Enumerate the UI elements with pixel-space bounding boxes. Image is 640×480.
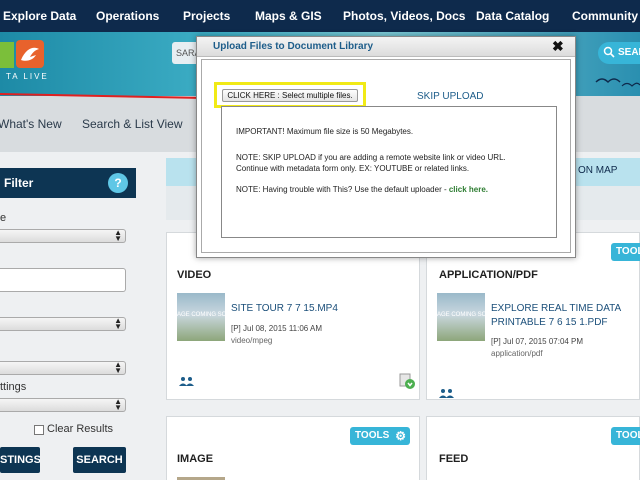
select-arrows-icon: ▲ ▼ [114,228,122,243]
select-arrows-icon: ▲ ▼ [114,316,122,331]
select-arrows-icon: ▲ ▼ [114,397,122,412]
nav-maps-gis[interactable]: Maps & GIS [255,9,322,23]
thumbnail-label: AGE COMING SO [437,312,485,318]
default-uploader-link[interactable]: click here. [449,185,488,194]
nav-operations[interactable]: Operations [96,9,159,23]
upload-notice: IMPORTANT! Maximum file size is 50 Megab… [221,106,557,238]
nav-explore-data[interactable]: Explore Data [3,9,76,23]
video-mime: video/mpeg [231,336,273,345]
card-title-image: IMAGE [177,453,214,465]
pdf-mime: application/pdf [491,349,543,358]
search-button-label: SEAR [618,47,640,58]
close-icon[interactable]: ✖ [552,38,564,54]
filter-select-type[interactable]: ▲ ▼ [0,229,126,243]
card-title-pdf: APPLICATION/PDF [439,269,538,281]
notice-important: IMPORTANT! Maximum file size is 50 Megab… [236,127,414,136]
card-title-video: VIDEO [177,269,212,281]
notice-trouble-text: NOTE: Having trouble with This? Use the … [236,185,447,194]
notice-skip-line1: NOTE: SKIP UPLOAD if you are adding a re… [236,153,506,162]
logo-leaf [0,42,14,68]
red-arrow-annotation [0,86,216,102]
filter-label-type: e [0,212,7,224]
tools-label: TOOLS [355,430,390,441]
pdf-file-link-line2[interactable]: PRINTABLE 7 6 15 1.PDF [491,317,608,328]
search-icon [603,46,615,58]
filter-text-input[interactable] [0,268,126,292]
notice-trouble: NOTE: Having trouble with This? Use the … [236,185,488,194]
people-icon[interactable] [439,388,455,398]
help-icon[interactable]: ? [108,173,128,193]
filter-select-settings[interactable]: ▲ ▼ [0,398,126,412]
card-title-feed: FEED [439,453,469,465]
dialog-title: Upload Files to Document Library [213,41,374,52]
search-button[interactable]: SEAR [598,42,640,64]
video-thumbnail[interactable]: AGE COMING SO [177,293,225,341]
tools-label: TOOL [616,246,640,257]
tools-button-pdf[interactable]: TOOL [611,243,640,261]
filter-title: Filter [4,176,34,190]
skip-upload-link[interactable]: SKIP UPLOAD [417,91,484,102]
tab-whats-new[interactable]: What's New [0,117,62,131]
pdf-date: [P] Jul 07, 2015 07:04 PM [491,337,584,346]
tools-button-feed[interactable]: TOOL [611,427,640,445]
bird-logo-icon[interactable] [16,40,44,68]
pdf-thumbnail[interactable]: AGE COMING SO [437,293,485,341]
filter-header: Filter ? [0,168,136,198]
people-icon[interactable] [179,376,195,386]
thumbnail-label: AGE COMING SO [177,312,225,318]
filter-search-button[interactable]: SEARCH [73,447,126,473]
select-files-highlight: CLICK HERE : Select multiple files. [214,82,366,108]
tools-button-image[interactable]: TOOLS ⚙ [350,427,410,445]
select-files-button[interactable]: CLICK HERE : Select multiple files. [222,89,358,102]
notice-skip-line2: Continue with metadata form only. EX: YO… [236,164,470,173]
upload-dialog: Upload Files to Document Library ✖ CLICK… [196,36,576,258]
top-nav: Explore Data Operations Projects Maps & … [0,0,640,32]
filter-label-settings: ttings [0,381,27,393]
on-map-tab[interactable]: ON MAP [578,165,617,176]
feed-card: TOOL FEED [426,416,640,480]
video-date: [P] Jul 08, 2015 11:06 AM [231,324,323,333]
clear-results-label: Clear Results [47,423,114,435]
gear-icon: ⚙ [395,429,406,443]
save-settings-button[interactable]: STINGS [0,447,40,473]
tools-label: TOOL [616,430,640,441]
clear-results-checkbox[interactable] [34,425,44,435]
dialog-header: Upload Files to Document Library ✖ [197,37,575,57]
filter-select-2[interactable]: ▲ ▼ [0,317,126,331]
nav-photos-videos-docs[interactable]: Photos, Videos, Docs [343,9,465,23]
nav-community[interactable]: Community [572,9,638,23]
flying-birds-decoration [592,72,640,95]
filter-select-3[interactable]: ▲ ▼ [0,361,126,375]
image-card: TOOLS ⚙ IMAGE [166,416,420,480]
pdf-file-link-line1[interactable]: EXPLORE REAL TIME DATA [491,303,621,314]
tab-search-list-view[interactable]: Search & List View [82,117,183,131]
nav-projects[interactable]: Projects [183,9,230,23]
video-file-link[interactable]: SITE TOUR 7 7 15.MP4 [231,303,338,314]
download-icon[interactable] [399,373,415,389]
nav-data-catalog[interactable]: Data Catalog [476,9,549,23]
logo-text: TA LIVE [6,72,49,81]
select-arrows-icon: ▲ ▼ [114,360,122,375]
